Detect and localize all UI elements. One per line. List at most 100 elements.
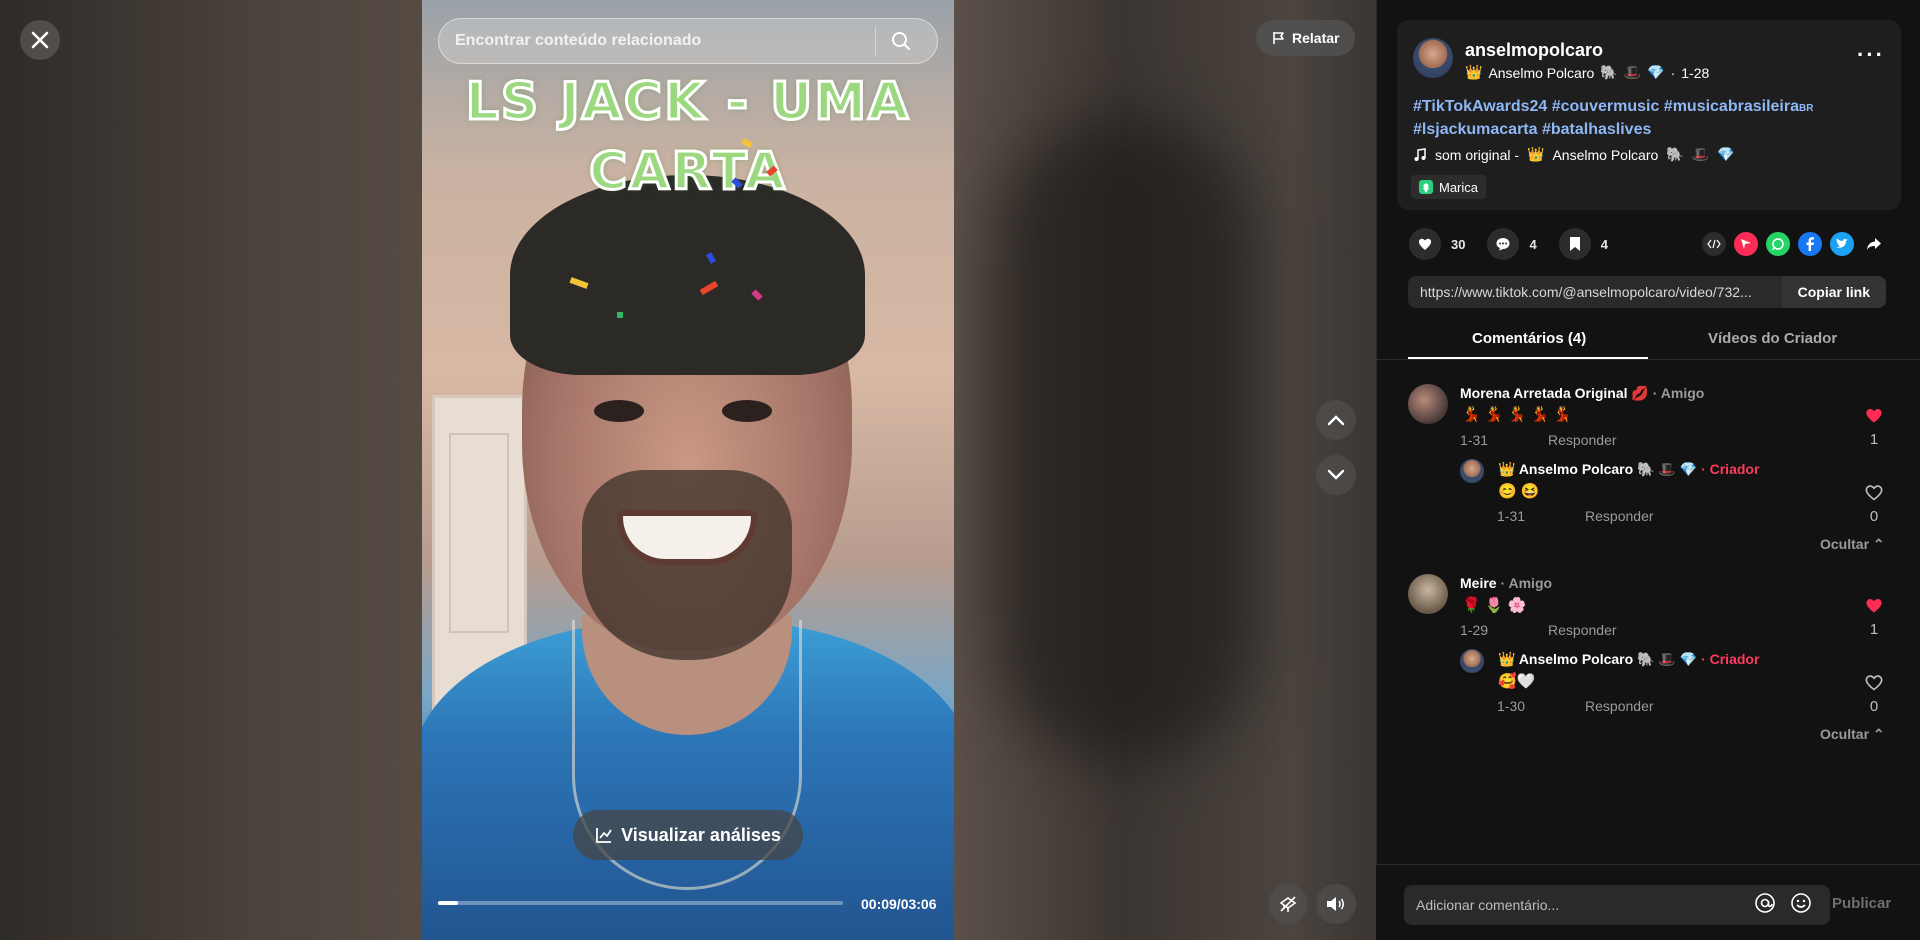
panel-tabs: Comentários (4) Vídeos do Criador [1376, 322, 1920, 360]
author-avatar[interactable] [1413, 38, 1453, 78]
elephant-icon: 🐘 [1600, 64, 1618, 80]
share-link-box: https://www.tiktok.com/@anselmopolcaro/v… [1408, 276, 1886, 308]
reply-like-count: 0 [1869, 508, 1879, 525]
elephant-icon: 🐘 [1637, 651, 1655, 667]
embed-button[interactable] [1702, 232, 1726, 256]
location-tag[interactable]: Marica [1411, 175, 1487, 199]
report-label: Relatar [1292, 30, 1340, 46]
comment-date: 1-29 [1460, 622, 1489, 638]
share-options [1702, 232, 1886, 256]
comment-button[interactable]: 4 [1487, 228, 1537, 260]
overlay-title-line1: LS JACK - UMA [464, 71, 911, 134]
more-share-button[interactable] [1862, 232, 1886, 256]
reply-date: 1-30 [1497, 698, 1526, 714]
comment-author[interactable]: Morena Arretada Original 💋 · Amigo [1460, 385, 1704, 402]
reply-author-name: Anselmo Polcaro [1518, 461, 1634, 477]
comment-input-wrapper [1404, 885, 1830, 925]
copy-link-button[interactable]: Copiar link [1781, 276, 1886, 308]
comment-like-button[interactable]: 1 [1863, 406, 1885, 448]
share-icon [1867, 238, 1881, 250]
blurred-backdrop-right [954, 0, 1376, 940]
more-options-button[interactable]: ··· [1857, 42, 1885, 68]
send-to-friends-button[interactable] [1734, 232, 1758, 256]
heart-outline-icon [1865, 675, 1883, 691]
caption-hashtags-line2[interactable]: #lsjackumacarta #batalhaslives [1413, 121, 1651, 138]
gem-icon: 💎 [1717, 146, 1735, 162]
float-icon [1279, 896, 1297, 912]
search-button[interactable] [876, 31, 926, 51]
heart-icon [1418, 238, 1432, 250]
reply-like-button[interactable]: 0 [1863, 673, 1885, 715]
video-stage: LS JACK - UMA CARTA Relatar [0, 0, 1376, 940]
search-input[interactable] [455, 32, 875, 50]
publish-button[interactable]: Publicar [1832, 895, 1891, 912]
facebook-share-button[interactable] [1798, 232, 1822, 256]
comment-meta: 1-29 Responder [1460, 622, 1617, 638]
floating-player-button[interactable] [1268, 884, 1308, 924]
reply-meta: 1-30 Responder [1497, 698, 1654, 714]
crown-icon: 👑 [1527, 146, 1545, 162]
reply-author[interactable]: 👑 Anselmo Polcaro 🐘 🎩 💎 · Criador [1498, 461, 1759, 478]
reply-like-button[interactable]: 0 [1863, 483, 1885, 525]
caption-hashtags-line1[interactable]: #TikTokAwards24 #couvermusic #musicabras… [1413, 98, 1799, 115]
related-search[interactable] [438, 18, 938, 64]
view-analytics-button[interactable]: Visualizar análises [573, 810, 803, 860]
whatsapp-share-button[interactable] [1766, 232, 1790, 256]
report-button[interactable]: Relatar [1256, 20, 1356, 56]
avatar[interactable] [1408, 574, 1448, 614]
elephant-icon: 🐘 [1637, 461, 1655, 477]
comment-icon [1496, 238, 1510, 251]
analytics-label: Visualizar análises [621, 824, 781, 845]
crown-icon: 👑 [1465, 64, 1483, 80]
friend-tag: · Amigo [1652, 385, 1705, 401]
close-icon [31, 31, 49, 49]
bookmark-icon [1569, 237, 1580, 251]
elephant-icon: 🐘 [1666, 146, 1684, 162]
music-note-icon [1414, 147, 1426, 161]
video-progress-bar[interactable] [438, 901, 843, 905]
mention-button[interactable] [1754, 892, 1776, 919]
share-link-url[interactable]: https://www.tiktok.com/@anselmopolcaro/v… [1408, 284, 1782, 300]
whatsapp-icon [1772, 238, 1784, 251]
previous-video-button[interactable] [1316, 400, 1356, 440]
tab-comments[interactable]: Comentários (4) [1472, 330, 1586, 347]
video-player[interactable]: LS JACK - UMA CARTA [422, 0, 954, 940]
hide-replies-button[interactable]: Ocultar ⌃ [1820, 726, 1885, 743]
avatar[interactable] [1408, 384, 1448, 424]
emoji-button[interactable] [1790, 892, 1812, 919]
reply-button[interactable]: Responder [1585, 698, 1654, 714]
twitter-share-button[interactable] [1830, 232, 1854, 256]
comment-like-button[interactable]: 1 [1863, 596, 1885, 638]
author-display-name[interactable]: Anselmo Polcaro [1488, 65, 1594, 81]
chevron-down-icon [1327, 469, 1345, 480]
reply-author[interactable]: 👑 Anselmo Polcaro 🐘 🎩 💎 · Criador [1498, 651, 1759, 668]
twitter-icon [1836, 238, 1848, 248]
volume-button[interactable] [1316, 884, 1356, 924]
save-button[interactable]: 4 [1558, 228, 1608, 260]
comment-like-count: 1 [1869, 431, 1879, 448]
avatar[interactable] [1460, 459, 1484, 483]
reply-date: 1-31 [1497, 508, 1526, 524]
post-caption: #TikTokAwards24 #couvermusic #musicabras… [1413, 96, 1883, 140]
tab-creator-videos[interactable]: Vídeos do Criador [1708, 330, 1837, 347]
brazil-flag-label: BR [1798, 103, 1814, 114]
embed-icon [1707, 239, 1721, 249]
reply-button[interactable]: Responder [1548, 432, 1617, 448]
hide-replies-button[interactable]: Ocultar ⌃ [1820, 536, 1885, 553]
music-link[interactable]: som original - 👑 Anselmo Polcaro 🐘 🎩 💎 [1413, 146, 1735, 163]
location-name: Marica [1439, 179, 1479, 195]
next-video-button[interactable] [1316, 455, 1356, 495]
comment-text: 💃 💃 💃 💃 💃 [1462, 406, 1573, 423]
reply-button[interactable]: Responder [1548, 622, 1617, 638]
heart-icon [1866, 599, 1882, 613]
hat-icon: 🎩 [1658, 461, 1676, 477]
reply-button[interactable]: Responder [1585, 508, 1654, 524]
video-progress-fill [438, 901, 459, 905]
gem-icon: 💎 [1679, 461, 1698, 477]
author-username[interactable]: anselmopolcaro [1465, 40, 1603, 61]
comment-author[interactable]: Meire · Amigo [1460, 575, 1552, 591]
comment-input[interactable] [1416, 897, 1746, 913]
close-button[interactable] [20, 20, 60, 60]
like-button[interactable]: 30 [1409, 228, 1465, 260]
avatar[interactable] [1460, 649, 1484, 673]
